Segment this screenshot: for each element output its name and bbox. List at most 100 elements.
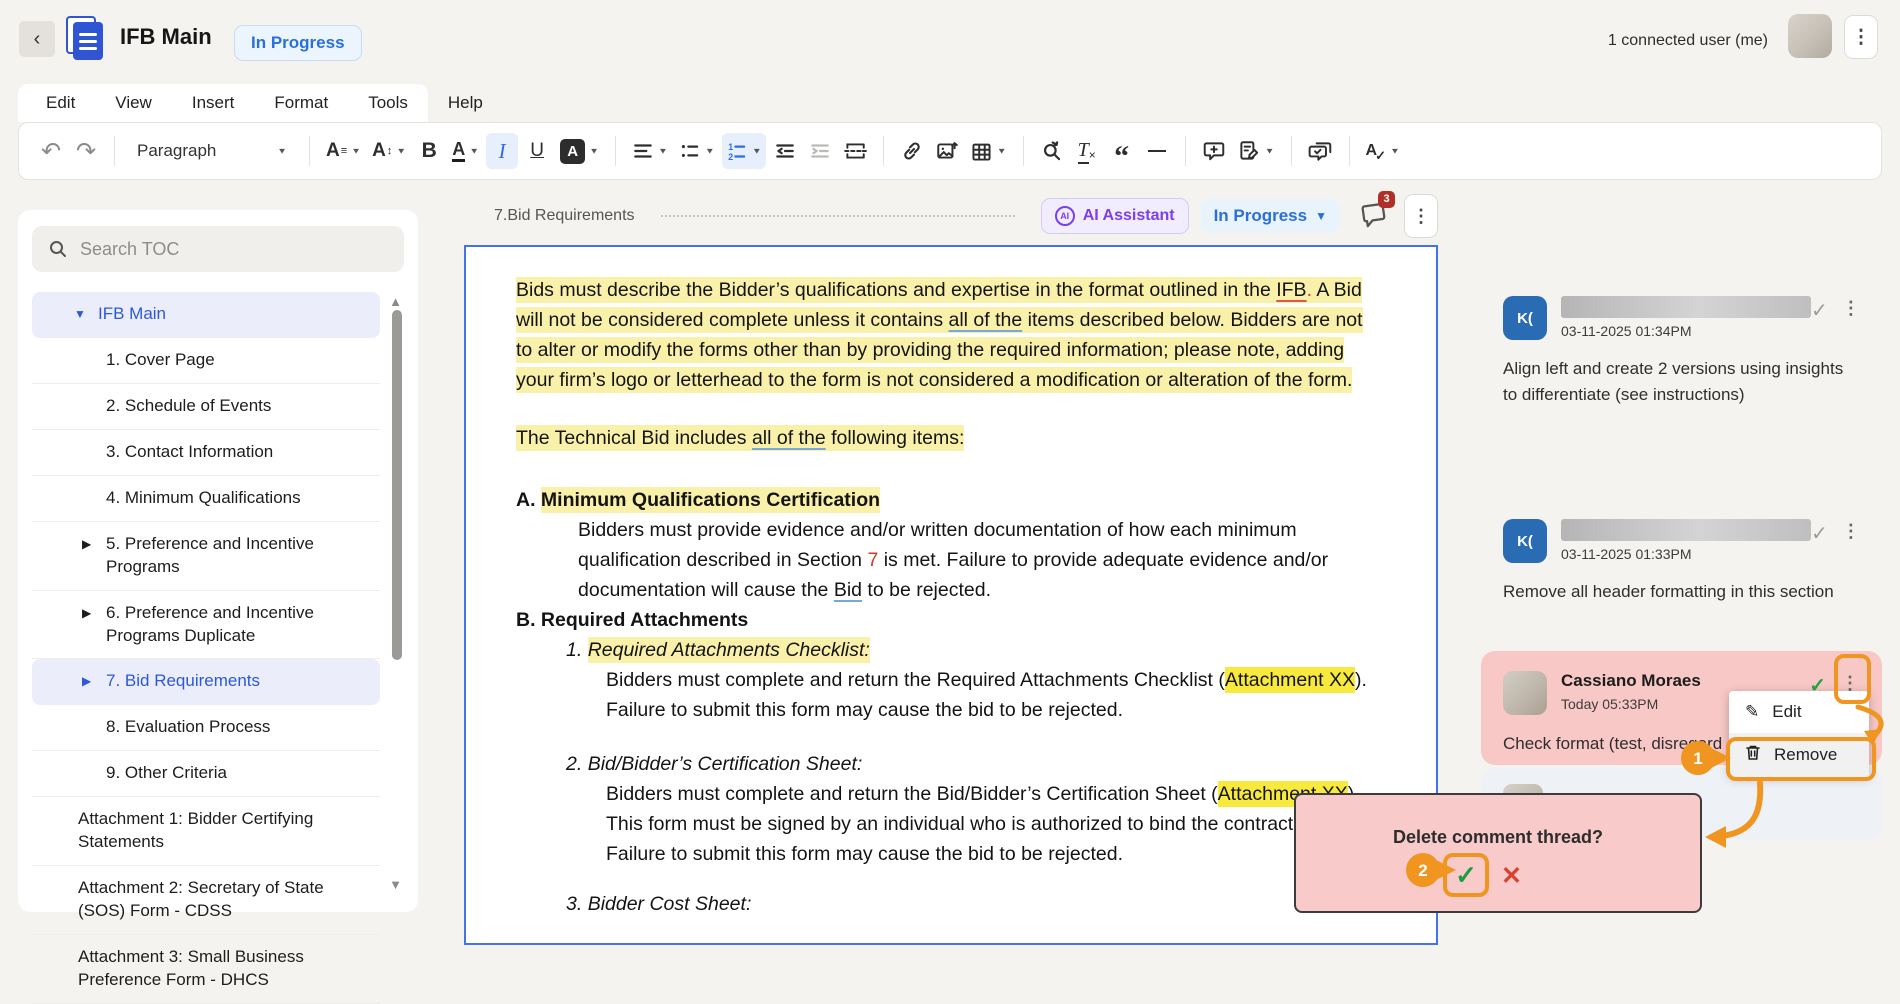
text-color-dropdown[interactable]: A▼ [448, 133, 483, 169]
heading-required-attachments: B. Required Attachments [516, 605, 1382, 635]
toc-sidebar: ▼ IFB Main 1. Cover Page 2. Schedule of … [18, 210, 418, 912]
toc-item-ifb-main[interactable]: ▼ IFB Main [32, 292, 380, 338]
toc-tree: ▼ IFB Main 1. Cover Page 2. Schedule of … [32, 292, 404, 1004]
comment-kebab-icon[interactable]: ⋮ [1842, 521, 1860, 542]
horizontal-rule-icon[interactable] [1141, 133, 1173, 169]
expand-arrow-icon[interactable]: ▶ [82, 673, 91, 689]
paragraph-certification-body: Bidders must complete and return the Bid… [516, 779, 1382, 869]
font-size-dropdown[interactable]: A↕▼ [368, 133, 410, 169]
expand-arrow-icon[interactable]: ▶ [82, 605, 91, 621]
paragraph-technical-bid: The Technical Bid includes all of the fo… [516, 423, 1382, 453]
search-icon [48, 239, 68, 259]
italic-icon[interactable]: I [486, 133, 518, 169]
scroll-down-icon[interactable]: ▼ [389, 877, 402, 892]
back-button[interactable]: ‹ [19, 21, 55, 57]
spellcheck-dropdown[interactable]: A✓▼ [1362, 133, 1404, 169]
section-kebab-menu-button[interactable]: ⋮ [1404, 194, 1438, 238]
document-status-badge[interactable]: In Progress [234, 25, 362, 61]
item-certification-sheet: 2. Bid/Bidder’s Certification Sheet: [516, 749, 1382, 779]
table-dropdown[interactable]: ▼ [966, 133, 1011, 169]
clear-formatting-icon[interactable]: T× [1071, 133, 1103, 169]
header-kebab-menu-button[interactable]: ⋮ [1844, 15, 1878, 59]
menu-edit[interactable]: Edit [46, 93, 75, 113]
add-comment-icon[interactable] [1198, 133, 1230, 169]
toc-item-schedule-of-events[interactable]: 2. Schedule of Events [32, 384, 380, 430]
toc-item-cover-page[interactable]: 1. Cover Page [32, 338, 380, 384]
cancel-delete-button[interactable]: ✕ [1501, 861, 1522, 891]
section-title: 7.Bid Requirements [494, 207, 635, 225]
menu-item-remove[interactable]: Remove [1729, 733, 1869, 777]
numbered-list-dropdown[interactable]: 1 2 ▼ [722, 133, 766, 169]
toc-search[interactable] [32, 226, 404, 272]
underline-icon[interactable]: U [521, 133, 553, 169]
pencil-icon: ✎ [1745, 702, 1759, 722]
toc-item-contact-information[interactable]: 3. Contact Information [32, 430, 380, 476]
trash-icon [1745, 744, 1761, 766]
toc-item-bid-requirements[interactable]: ▶ 7. Bid Requirements [32, 659, 380, 705]
resolve-check-icon[interactable]: ✓ [1811, 521, 1828, 546]
menu-bar: Edit View Insert Format Tools Help [18, 84, 428, 122]
comment-count-badge: 3 [1378, 191, 1395, 208]
comment-card-2[interactable]: K( 03-11-2025 01:33PM ✓ ⋮ Remove all hea… [1481, 499, 1882, 625]
document-page[interactable]: Bids must describe the Bidder’s qualific… [464, 245, 1438, 945]
toc-scrollbar[interactable] [392, 310, 402, 660]
confirm-delete-button[interactable]: ✓ [1443, 853, 1489, 897]
scroll-up-icon[interactable]: ▲ [389, 294, 402, 309]
formatting-toolbar: ↶ ↷ Paragraph▼ A≡▼ A↕▼ B A▼ I U A▼ ▼ ▼ 1… [18, 122, 1882, 180]
bullet-list-dropdown[interactable]: ▼ [675, 133, 719, 169]
menu-item-edit[interactable]: ✎ Edit [1729, 691, 1869, 733]
document-icon [66, 16, 108, 62]
document-title: IFB Main [120, 24, 212, 50]
find-replace-icon[interactable] [1036, 133, 1068, 169]
toc-item-attachment-2[interactable]: Attachment 2: Secretary of State (SOS) F… [32, 866, 380, 935]
menu-insert[interactable]: Insert [192, 93, 235, 113]
menu-format[interactable]: Format [274, 93, 328, 113]
blockquote-icon[interactable]: “ [1106, 133, 1138, 169]
outdent-icon[interactable] [769, 133, 801, 169]
dialog-title: Delete comment thread? [1296, 827, 1700, 848]
comment-kebab-icon[interactable]: ⋮ [1842, 298, 1860, 319]
indent-icon[interactable] [804, 133, 836, 169]
expand-arrow-icon[interactable]: ▶ [82, 536, 91, 552]
menu-view[interactable]: View [115, 93, 152, 113]
toc-item-attachment-3[interactable]: Attachment 3: Small Business Preference … [32, 935, 380, 1004]
paragraph-style-dropdown[interactable]: Paragraph▼ [127, 133, 297, 169]
comment-author: Cassiano Moraes [1561, 671, 1809, 691]
toc-item-attachment-1[interactable]: Attachment 1: Bidder Certifying Statemen… [32, 797, 380, 866]
user-avatar[interactable] [1788, 14, 1832, 58]
delete-comment-dialog: Delete comment thread? ✓ ✕ [1294, 793, 1702, 913]
insert-image-icon[interactable] [931, 133, 963, 169]
link-icon[interactable] [896, 133, 928, 169]
resolve-check-icon[interactable]: ✓ [1811, 298, 1828, 323]
notes-template-dropdown[interactable]: ▼ [1233, 133, 1279, 169]
toc-item-preference-programs[interactable]: ▶ 5. Preference and Incentive Programs [32, 522, 380, 591]
paragraph-checklist-body: Bidders must complete and return the Req… [516, 665, 1382, 725]
ai-assistant-icon: AI [1055, 206, 1075, 226]
toc-item-minimum-qualifications[interactable]: 4. Minimum Qualifications [32, 476, 380, 522]
avatar [1503, 671, 1547, 715]
toc-search-input[interactable] [80, 239, 360, 260]
avatar: K( [1503, 296, 1547, 340]
comment-card-1[interactable]: K( 03-11-2025 01:34PM ✓ ⋮ Align left and… [1481, 276, 1882, 428]
ai-assistant-button[interactable]: AI AI Assistant [1041, 198, 1189, 234]
resolved-comments-icon[interactable] [1304, 133, 1337, 169]
bold-icon[interactable]: B [413, 133, 445, 169]
redo-icon[interactable]: ↷ [70, 133, 102, 169]
comment-timestamp: 03-11-2025 01:33PM [1561, 546, 1811, 562]
page-break-icon[interactable] [839, 133, 871, 169]
toc-item-evaluation-process[interactable]: 8. Evaluation Process [32, 705, 380, 751]
comments-toggle-button[interactable]: 3 [1358, 199, 1388, 234]
collapse-arrow-icon[interactable]: ▼ [74, 306, 86, 322]
section-status-dropdown[interactable]: In Progress▼ [1201, 199, 1340, 233]
comment-text: Remove all header formatting in this sec… [1503, 579, 1860, 605]
menu-tools[interactable]: Tools [368, 93, 408, 113]
toc-item-other-criteria[interactable]: 9. Other Criteria [32, 751, 380, 797]
menu-help[interactable]: Help [448, 93, 483, 113]
toc-item-preference-programs-duplicate[interactable]: ▶ 6. Preference and Incentive Programs D… [32, 591, 380, 660]
undo-icon[interactable]: ↶ [35, 133, 67, 169]
align-dropdown[interactable]: ▼ [628, 133, 672, 169]
item-bidder-cost-sheet: 3. Bidder Cost Sheet: [516, 889, 1382, 919]
highlight-color-dropdown[interactable]: A▼ [556, 133, 603, 169]
font-style-dropdown[interactable]: A≡▼ [322, 133, 365, 169]
redacted-author-name [1561, 296, 1811, 318]
